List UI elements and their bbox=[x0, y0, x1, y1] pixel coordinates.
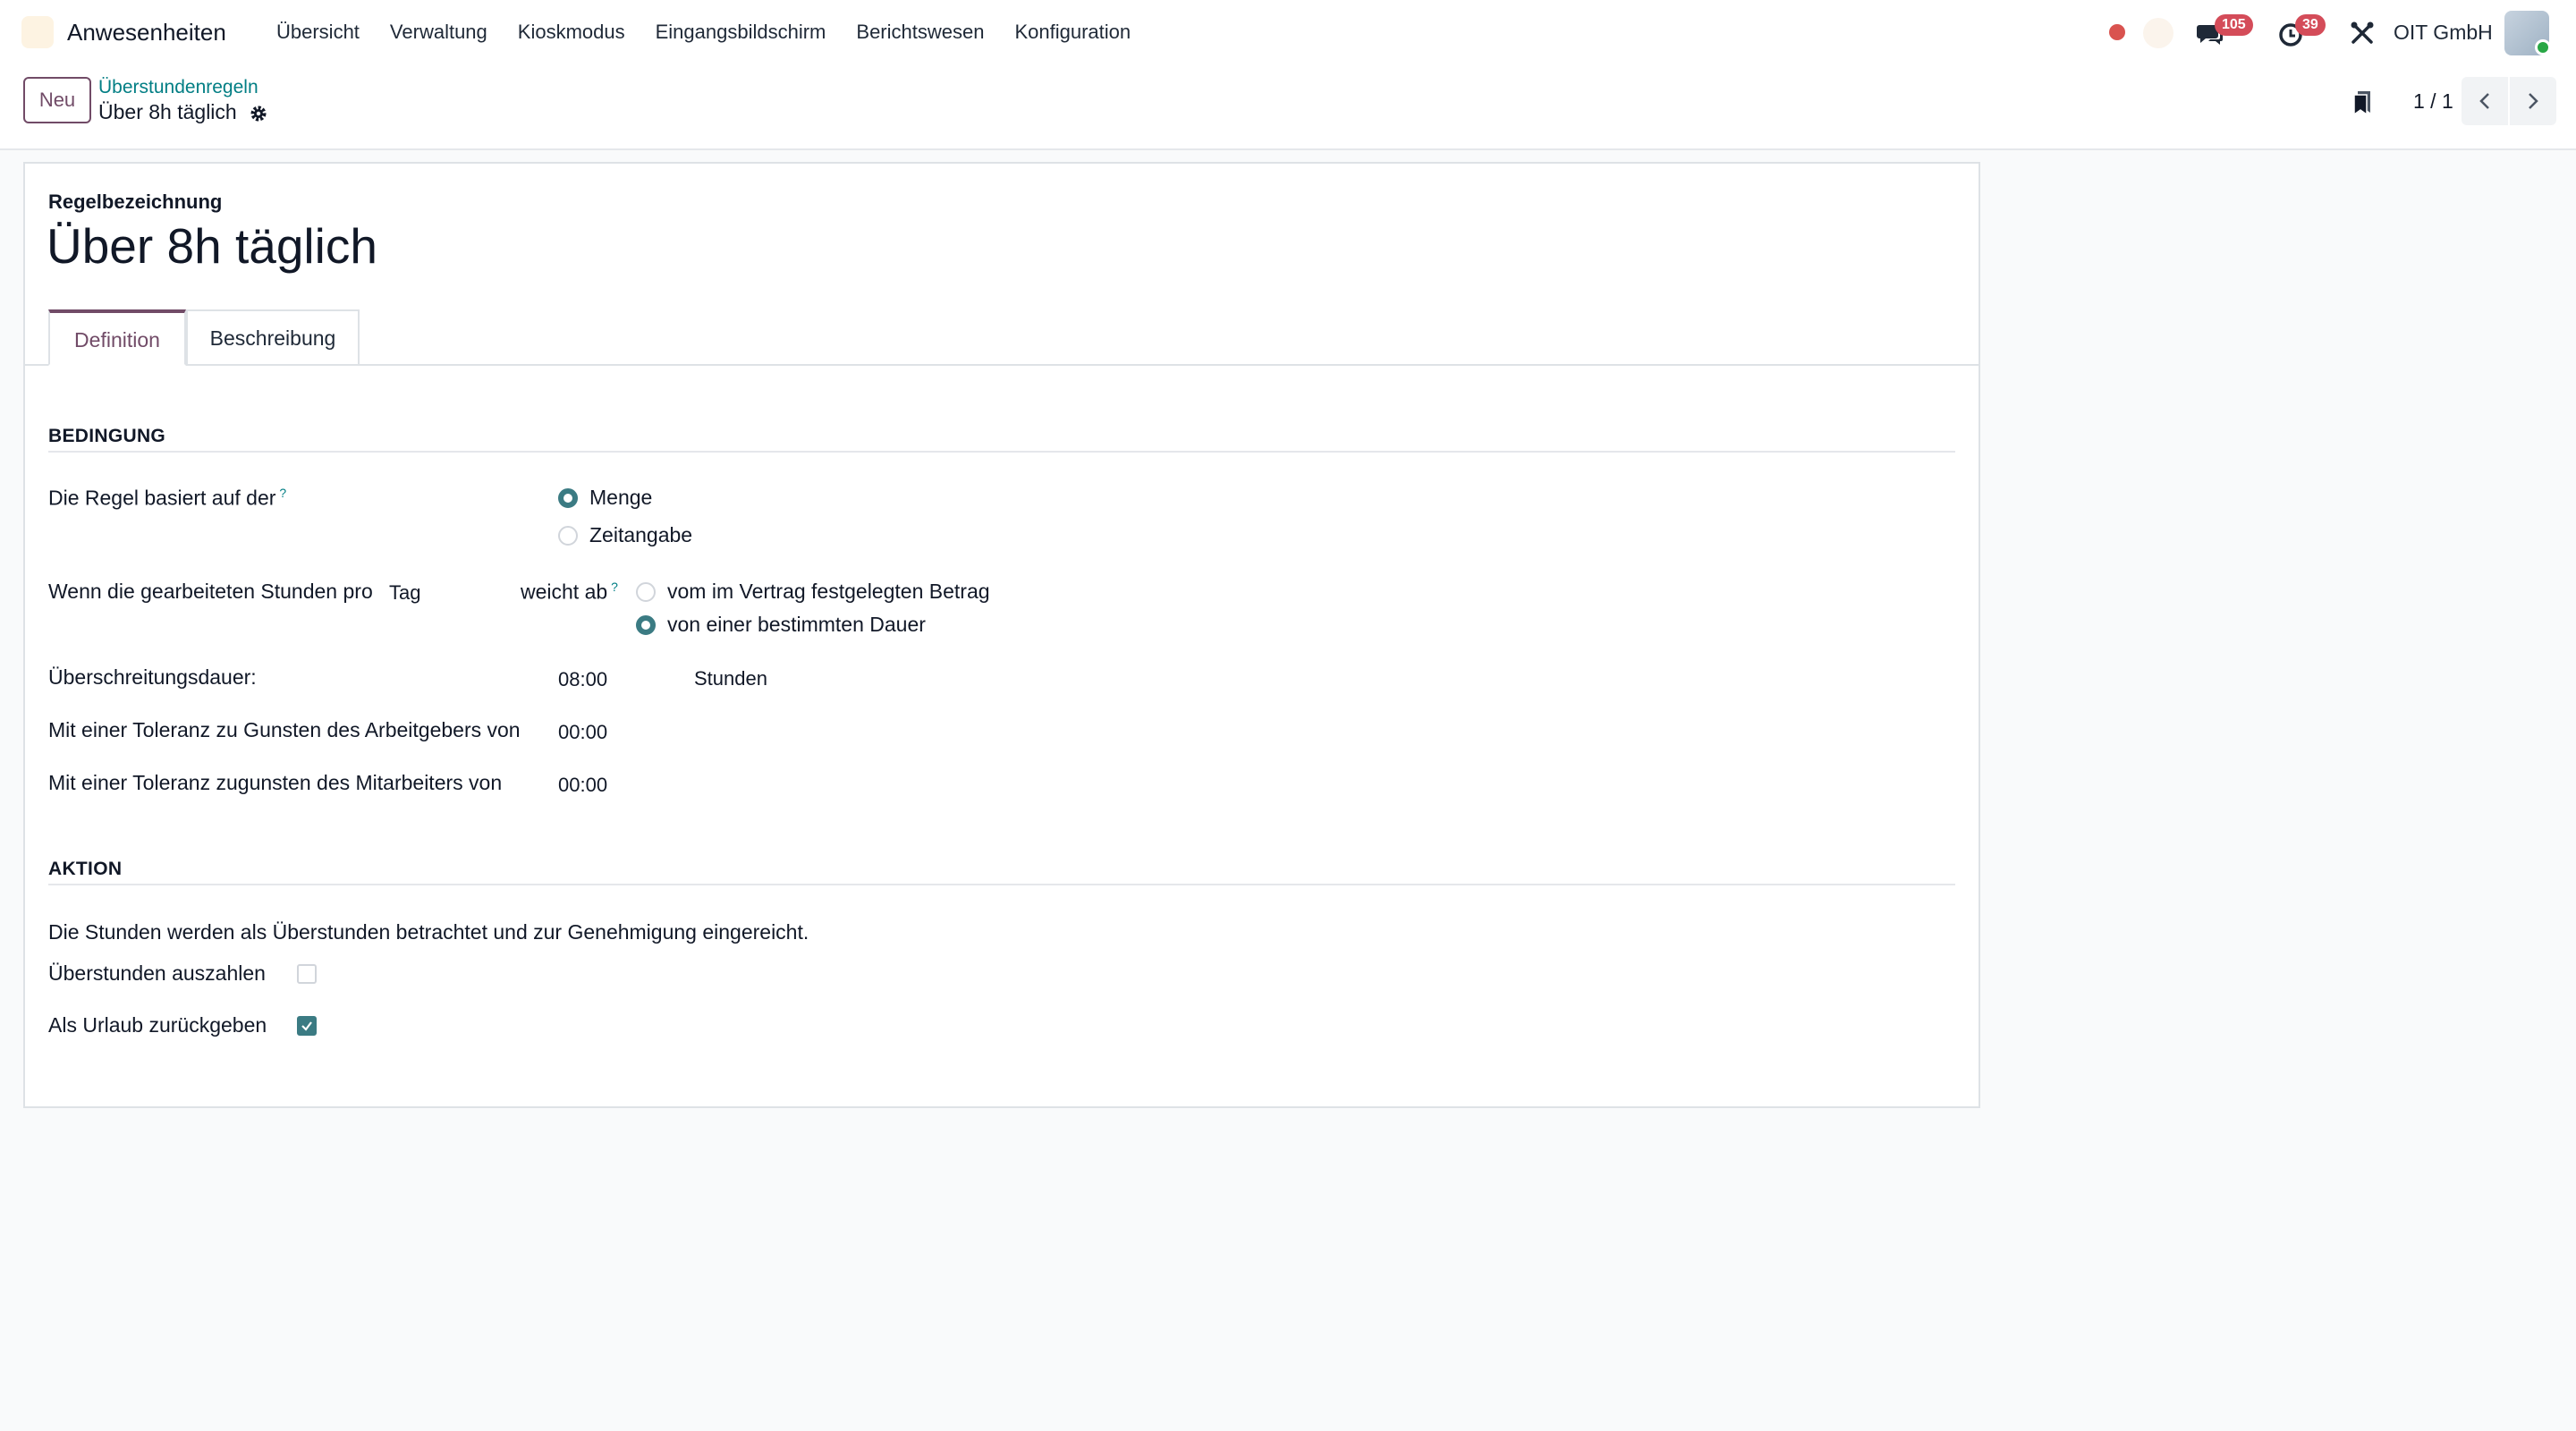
breadcrumb-link[interactable]: Überstundenregeln bbox=[98, 77, 258, 98]
menu-item-kiosk[interactable]: Kioskmodus bbox=[503, 0, 640, 64]
gear-icon[interactable] bbox=[249, 104, 268, 123]
menu-item-entry-screen[interactable]: Eingangsbildschirm bbox=[640, 0, 842, 64]
bookmark-icon[interactable] bbox=[2351, 89, 2374, 116]
radio-time-label[interactable]: Zeitangabe bbox=[589, 523, 692, 547]
pager-value[interactable]: 1 / 1 bbox=[2413, 89, 2453, 114]
rule-name-label: Regelbezeichnung bbox=[48, 191, 223, 213]
period-select[interactable]: Tag bbox=[389, 581, 420, 605]
help-icon: ? bbox=[611, 580, 618, 594]
radio-specific-duration-label[interactable]: von einer bestimmten Dauer bbox=[667, 613, 926, 637]
pager-previous-button[interactable] bbox=[2462, 77, 2508, 125]
section-divider bbox=[48, 451, 1955, 453]
pay-overtime-checkbox[interactable] bbox=[297, 964, 317, 984]
chevron-right-icon bbox=[2529, 93, 2538, 109]
exceed-unit: Stunden bbox=[694, 667, 767, 690]
online-status-icon bbox=[2535, 39, 2551, 55]
tolerance-employer-label: Mit einer Toleranz zu Gunsten des Arbeit… bbox=[48, 718, 521, 741]
chevron-left-icon bbox=[2479, 93, 2489, 109]
worked-hours-label: Wenn die gearbeiteten Stunden pro bbox=[48, 580, 373, 603]
menu-item-management[interactable]: Verwaltung bbox=[375, 0, 503, 64]
radio-time[interactable] bbox=[558, 526, 578, 546]
action-description: Die Stunden werden als Überstunden betra… bbox=[48, 920, 809, 944]
control-panel: Neu Überstundenregeln Über 8h täglich 1 … bbox=[0, 64, 2576, 150]
messages-count-badge: 105 bbox=[2215, 14, 2253, 36]
deviates-label: weicht ab? bbox=[521, 580, 618, 604]
radio-contract-amount[interactable] bbox=[636, 582, 656, 602]
top-navbar: Anwesenheiten Übersicht Verwaltung Kiosk… bbox=[0, 0, 2576, 64]
menu-item-overview[interactable]: Übersicht bbox=[261, 0, 375, 64]
return-as-leave-label: Als Urlaub zurückgeben bbox=[48, 1013, 267, 1037]
main-menu: Übersicht Verwaltung Kioskmodus Eingangs… bbox=[261, 0, 1146, 64]
radio-quantity-label[interactable]: Menge bbox=[589, 486, 652, 510]
systray-icon[interactable] bbox=[2143, 18, 2174, 48]
exceed-duration-field[interactable]: 08:00 bbox=[558, 668, 607, 691]
tolerance-employee-field[interactable]: 00:00 bbox=[558, 774, 607, 797]
based-on-label: Die Regel basiert auf der? bbox=[48, 486, 287, 510]
tolerance-employee-label: Mit einer Toleranz zugunsten des Mitarbe… bbox=[48, 771, 503, 794]
exceed-duration-label: Überschreitungsdauer: bbox=[48, 665, 257, 689]
radio-contract-amount-label[interactable]: vom im Vertrag festgelegten Betrag bbox=[667, 580, 990, 604]
pager-next-button[interactable] bbox=[2510, 77, 2556, 125]
return-as-leave-checkbox[interactable] bbox=[297, 1016, 317, 1036]
radio-specific-duration[interactable] bbox=[636, 615, 656, 635]
radio-quantity[interactable] bbox=[558, 488, 578, 508]
breadcrumb-current: Über 8h täglich bbox=[98, 100, 237, 123]
activities-count-badge: 39 bbox=[2295, 14, 2326, 36]
tolerance-employer-field[interactable]: 00:00 bbox=[558, 721, 607, 744]
help-icon: ? bbox=[279, 486, 287, 500]
menu-item-reporting[interactable]: Berichtswesen bbox=[841, 0, 999, 64]
company-switcher[interactable]: OIT GmbH bbox=[2394, 0, 2493, 64]
menu-item-configuration[interactable]: Konfiguration bbox=[999, 0, 1146, 64]
checkmark-icon bbox=[301, 1021, 312, 1031]
rule-name-field[interactable]: Über 8h täglich bbox=[47, 217, 377, 275]
section-condition-title: BEDINGUNG bbox=[48, 426, 166, 446]
tab-description[interactable]: Beschreibung bbox=[186, 309, 360, 366]
tab-definition[interactable]: Definition bbox=[48, 309, 186, 366]
pay-overtime-label: Überstunden auszahlen bbox=[48, 961, 266, 985]
new-button[interactable]: Neu bbox=[23, 77, 91, 123]
section-action-title: AKTION bbox=[48, 859, 123, 879]
debug-tools-icon[interactable] bbox=[2349, 20, 2376, 47]
app-logo-icon[interactable] bbox=[21, 16, 54, 48]
app-name[interactable]: Anwesenheiten bbox=[67, 0, 226, 64]
recording-indicator-icon[interactable] bbox=[2109, 24, 2125, 40]
section-divider bbox=[48, 884, 1955, 885]
form-sheet: Regelbezeichnung Über 8h täglich Definit… bbox=[23, 162, 1980, 1108]
